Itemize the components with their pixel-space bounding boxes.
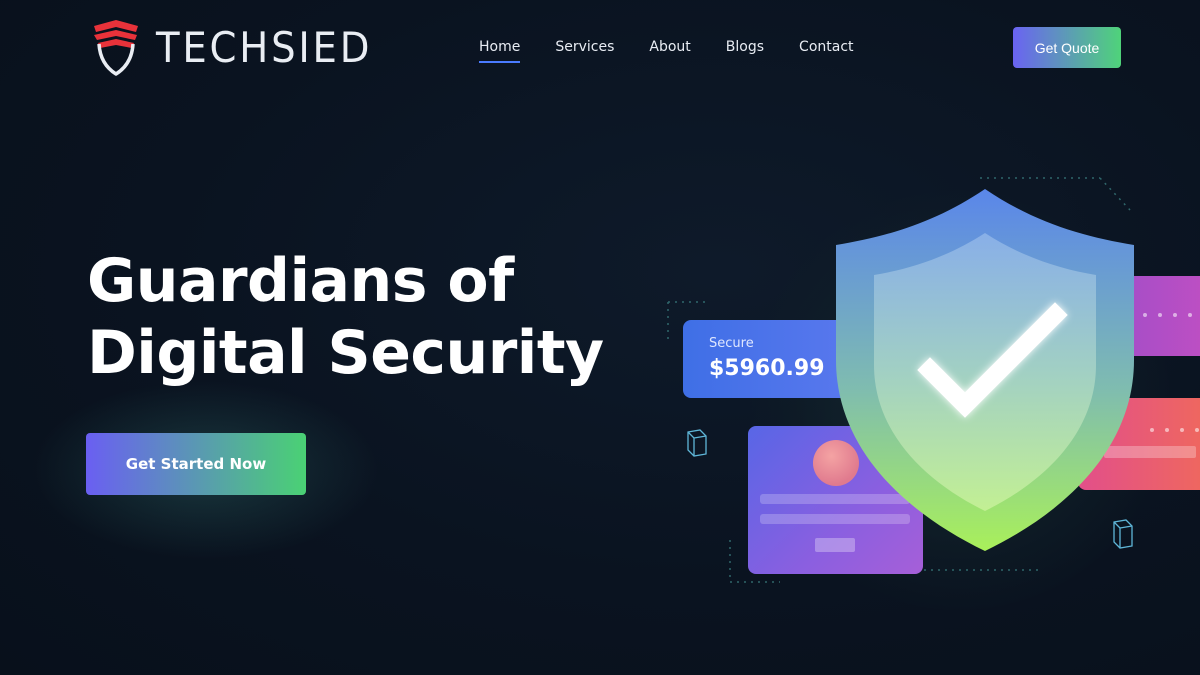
nav-item-home[interactable]: Home (479, 38, 521, 63)
landing-page: TECHSIED Home Services About Blogs Conta… (0, 0, 1200, 675)
nav-item-contact[interactable]: Contact (799, 38, 853, 56)
nav-item-services[interactable]: Services (555, 38, 614, 56)
nav-item-about[interactable]: About (649, 38, 690, 56)
brand-name: TECHSIED (156, 22, 373, 72)
shield-logo-icon (94, 20, 138, 76)
shield-check-icon (836, 189, 1134, 551)
hero-title-line-1: Guardians of (87, 246, 514, 316)
get-quote-button[interactable]: Get Quote (1013, 27, 1121, 68)
main-nav: Home Services About Blogs Contact (479, 38, 889, 63)
secure-label: Secure (709, 336, 754, 351)
hero-title: Guardians of Digital Security (87, 245, 604, 389)
nav-item-blogs[interactable]: Blogs (726, 38, 764, 56)
dots-icon (1143, 313, 1192, 317)
get-started-button[interactable]: Get Started Now (86, 433, 306, 495)
logo[interactable]: TECHSIED (90, 18, 391, 76)
hero-title-line-2: Digital Security (87, 318, 604, 388)
cube-icon (687, 429, 707, 457)
secure-amount: $5960.99 (709, 356, 825, 381)
